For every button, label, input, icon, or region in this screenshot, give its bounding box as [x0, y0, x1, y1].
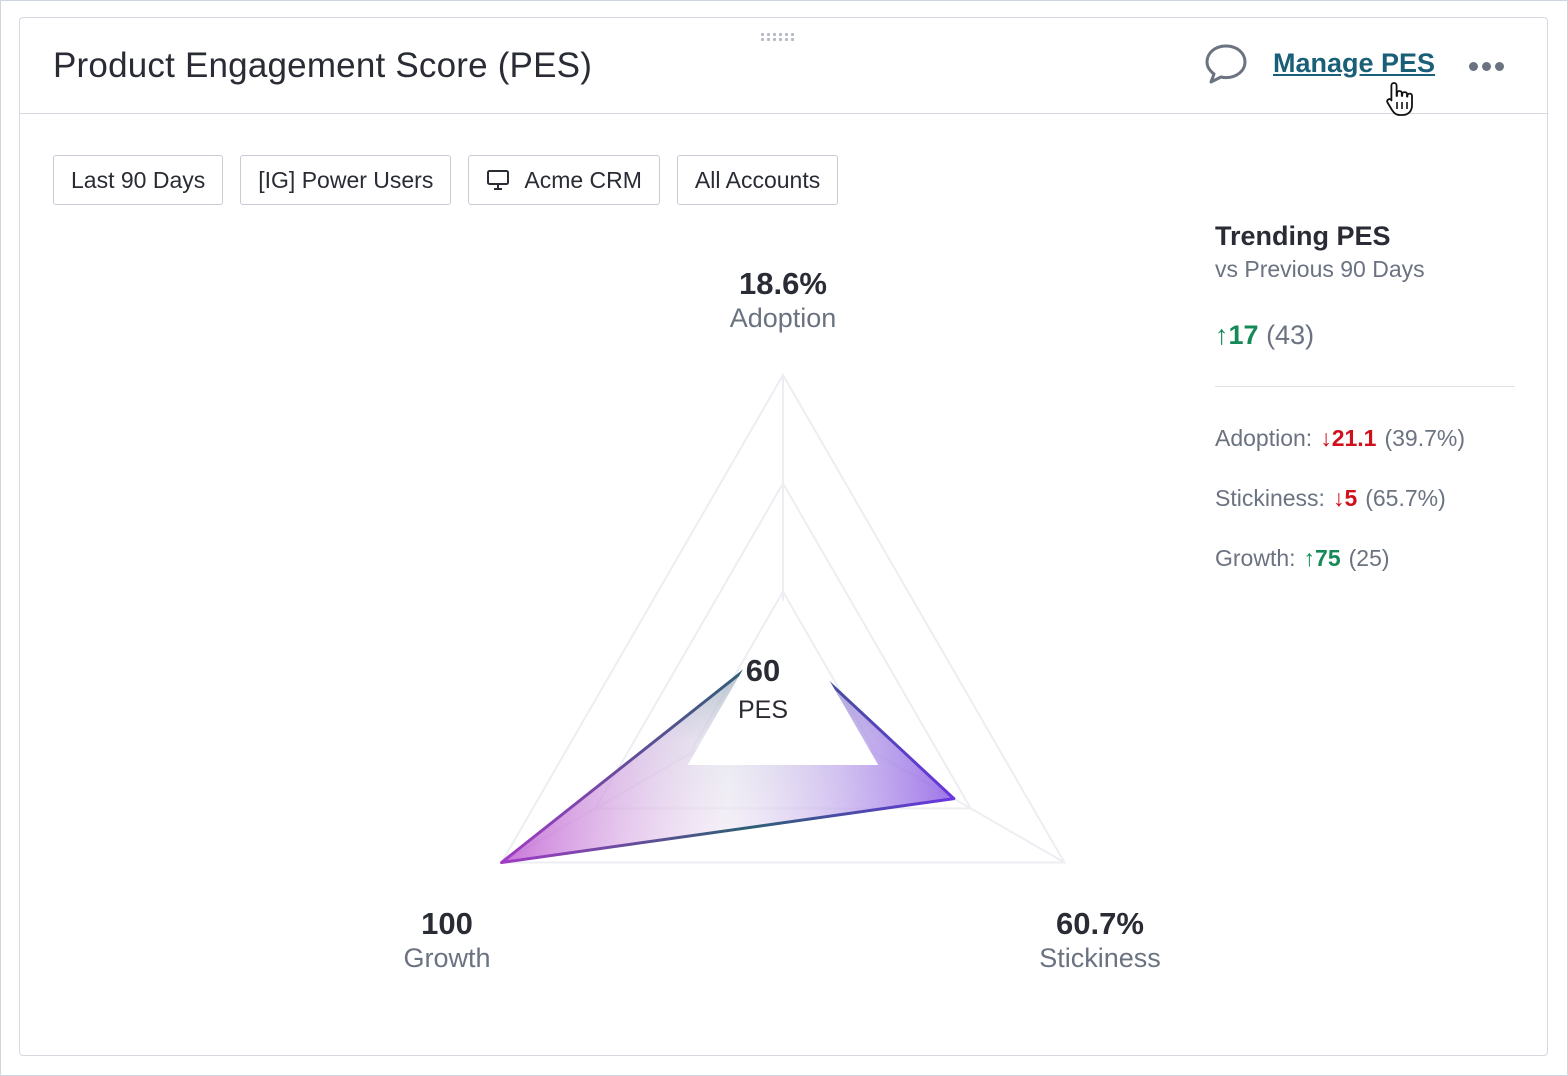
pes-score: 60 PES [663, 652, 863, 726]
pes-score-label: PES [737, 696, 789, 724]
axis-label-growth: 100 Growth [327, 906, 567, 974]
stickiness-value: 60.7% [1056, 906, 1144, 941]
stickiness-name: Stickiness [1039, 943, 1161, 973]
pes-radar-chart [499, 372, 1067, 864]
growth-name: Growth [403, 943, 491, 973]
adoption-name: Adoption [729, 303, 837, 333]
axis-label-stickiness: 60.7% Stickiness [980, 906, 1220, 974]
growth-value: 100 [421, 906, 473, 941]
pes-score-value: 60 [745, 653, 781, 688]
adoption-value: 18.6% [739, 266, 827, 301]
axis-label-adoption: 18.6% Adoption [663, 266, 903, 334]
